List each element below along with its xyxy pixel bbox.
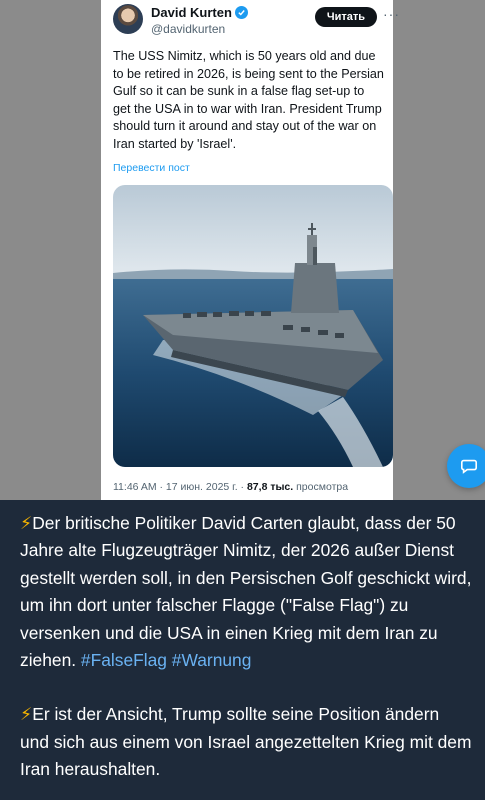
tweet-timestamp: 11:46 AM · 17 июн. 2025 г. · (113, 481, 247, 493)
views-label: просмотра (293, 481, 349, 493)
follow-button[interactable]: Читать (315, 7, 377, 27)
post-message-text: ⚡Der britische Politiker David Carten gl… (20, 510, 472, 784)
author-handle[interactable]: @davidkurten (151, 22, 225, 36)
post-media[interactable]: David Kurten @davidkurten Читать ··· The… (0, 0, 485, 500)
lightning-bolt-icon: ⚡ (20, 704, 33, 725)
tweet-header: David Kurten @davidkurten Читать ··· (113, 2, 399, 42)
post-paragraph-1: ⚡Der britische Politiker David Carten gl… (20, 510, 472, 674)
tweet-meta: 11:46 AM · 17 июн. 2025 г. · 87,8 тыс. п… (113, 481, 348, 493)
author-display-name[interactable]: David Kurten (151, 5, 232, 20)
post-paragraph-2: ⚡Er ist der Ansicht, Trump sollte seine … (20, 701, 472, 783)
paragraph-2-text: Er ist der Ansicht, Trump sollte seine P… (20, 704, 472, 780)
hashtag-falseflag[interactable]: #FalseFlag (81, 650, 167, 670)
tweet-screenshot: David Kurten @davidkurten Читать ··· The… (101, 0, 485, 500)
hashtag-warnung[interactable]: #Warnung (172, 650, 252, 670)
comment-icon (460, 459, 478, 474)
views-count: 87,8 тыс. (246, 481, 294, 493)
translate-post-link[interactable]: Перевести пост (113, 162, 190, 174)
avatar[interactable] (113, 4, 143, 34)
lightning-bolt-icon: ⚡ (20, 513, 33, 533)
author-name-row: David Kurten (151, 5, 248, 20)
paragraph-1-text: Der britische Politiker David Carten gla… (20, 513, 472, 671)
reply-button[interactable] (447, 444, 485, 488)
aircraft-carrier-photo[interactable] (113, 185, 393, 467)
more-options-icon[interactable]: ··· (383, 6, 400, 22)
verified-badge-icon (234, 6, 248, 19)
tweet-text: The USS Nimitz, which is 50 years old an… (113, 49, 384, 151)
